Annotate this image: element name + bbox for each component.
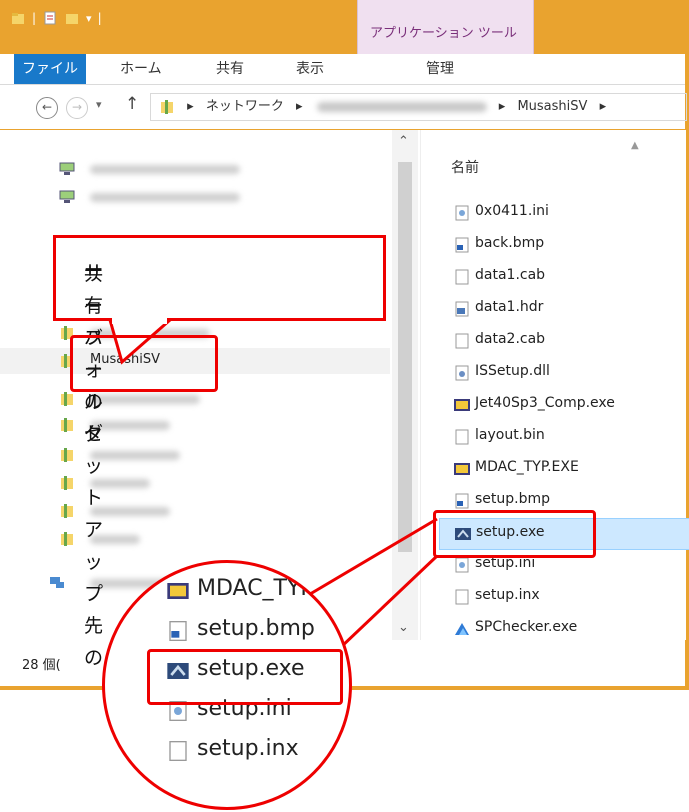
magnifier-zoom: MDAC_TYP.EXE setup.bmp setup.exe setup.ini s… — [102, 560, 352, 810]
zoom-file-row: setup.inx — [157, 731, 349, 771]
bitmap-file-icon — [169, 621, 187, 641]
zoom-file-row: MDAC_TYP.EXE — [157, 571, 352, 611]
zoom-file-name: setup.inx — [197, 736, 299, 761]
file-icon — [169, 741, 187, 761]
zoom-file-name: setup.bmp — [197, 616, 315, 641]
highlight-setup-exe — [433, 510, 596, 558]
application-icon — [167, 583, 189, 599]
zoom-file-row: setup.bmp — [157, 611, 349, 651]
highlight-musashisv — [70, 335, 218, 392]
zoom-file-name: MDAC_TYP.EXE — [197, 576, 352, 601]
highlight-setup-exe-zoom — [147, 649, 343, 705]
